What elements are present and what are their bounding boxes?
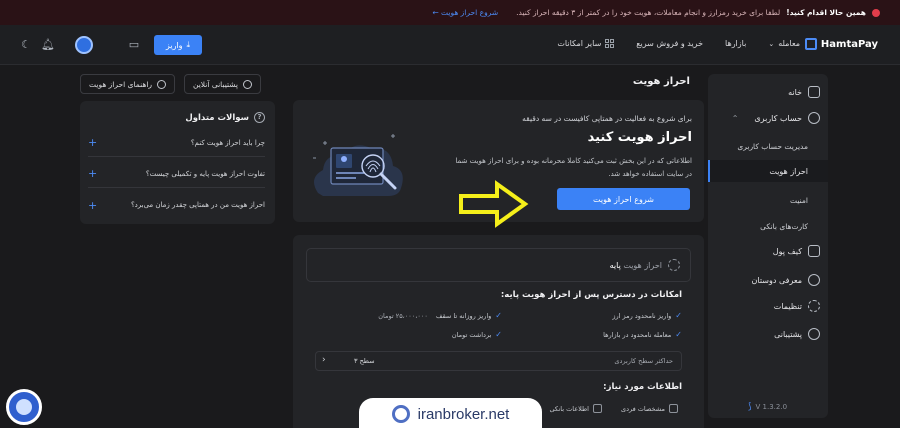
logo-text: HamtaPay (820, 38, 878, 50)
check-icon: ✓ (675, 311, 682, 320)
hero-description: اطلاعاتی که در این بخش ثبت می‌کنید کاملا… (455, 157, 692, 178)
chat-support-button[interactable] (6, 389, 42, 425)
watermark: iranbroker.net (359, 398, 542, 428)
faq-item[interactable]: تفاوت احراز هویت پایه و تکمیلی چیست؟ + (88, 160, 265, 188)
question-icon: ? (254, 112, 265, 123)
wallet-icon[interactable]: ▭ (126, 37, 142, 53)
alert-dot-icon (872, 8, 880, 17)
main-nav: معامله ⌄ بازارها خرید و فروش سریع سایر ام… (557, 39, 800, 48)
wallet-icon (808, 245, 820, 257)
id-card-icon (669, 404, 678, 413)
home-icon (808, 86, 820, 98)
sidebar-item-verification[interactable]: احراز هویت (708, 160, 828, 182)
feature-item: ✓ واریز روزانه تا سقف ۲۵،۰۰۰،۰۰۰ تومان (378, 311, 502, 320)
sidebar-item-account-management[interactable]: مدیریت حساب کاربری (708, 137, 808, 155)
plus-icon: + (88, 167, 98, 180)
check-icon: ✓ (495, 330, 502, 339)
faq-item[interactable]: چرا باید احراز هویت کنم؟ + (88, 129, 265, 157)
banner-headline: همین حالا اقدام کنید! (786, 8, 866, 17)
sidebar-item-referral[interactable]: معرفی دوستان (708, 271, 820, 289)
hero-subtitle: برای شروع به فعالیت در همتاپی کافیست در … (522, 114, 692, 123)
check-icon: ✓ (495, 311, 502, 320)
sidebar-item-settings[interactable]: تنظیمات (708, 297, 820, 315)
logo[interactable]: HamtaPay (804, 38, 878, 50)
logo-mark-icon (804, 38, 817, 50)
sidebar-item-security[interactable]: امنیت (708, 191, 808, 209)
online-support-button[interactable]: پشتیبانی آنلاین (184, 74, 262, 94)
sidebar-item-home[interactable]: خانه (708, 83, 820, 101)
sidebar-item-account[interactable]: حساب کاربری ⌃ (708, 109, 820, 127)
max-level-value: سطح ۳ (354, 357, 375, 365)
sidebar-item-support[interactable]: پشتیبانی (708, 325, 820, 343)
sidebar: خانه حساب کاربری ⌃ مدیریت حساب کاربری احر… (708, 74, 828, 418)
required-item: اطلاعات بانکی (549, 404, 602, 413)
headset-icon (243, 79, 253, 89)
chevron-up-icon: ⌃ (731, 113, 739, 123)
chevron-down-icon: ⌄ (768, 39, 775, 48)
fingerprint-scan-illustration (313, 134, 403, 196)
verification-guide-button[interactable]: راهنمای احراز هویت (80, 74, 176, 94)
iranbroker-logo-icon (391, 405, 410, 423)
loading-icon (668, 259, 680, 271)
bank-card-icon (593, 404, 602, 413)
start-verification-button[interactable]: شروع احراز هویت (557, 188, 690, 210)
sidebar-item-bank-cards[interactable]: کارت‌های بانکی (708, 217, 808, 235)
banner-start-link[interactable]: شروع احراز هویت ← (432, 8, 498, 17)
announcement-banner: همین حالا اقدام کنید! لطفا برای خرید رمز… (0, 0, 900, 25)
feature-item: ✓ معامله نامحدود در بازارها (603, 330, 682, 339)
page-title: احراز هویت (632, 76, 690, 87)
faq-card: ? سوالات متداول چرا باید احراز هویت کنم؟ +… (80, 101, 275, 224)
settings-icon (808, 300, 820, 312)
bell-icon[interactable]: 🔔︎ (40, 37, 56, 53)
feature-item: ✓ برداشت تومان (451, 330, 502, 339)
hamtapay-logo-icon: ⟆ (748, 402, 752, 412)
basic-verification-header[interactable]: احراز هویت پایه (306, 248, 691, 282)
chevron-left-icon: ‹ (322, 355, 326, 365)
deposit-button[interactable]: واریز ⤓ (154, 35, 202, 55)
faq-title: ? سوالات متداول (185, 112, 265, 123)
download-icon: ⤓ (186, 40, 191, 49)
level-name: پایه (609, 261, 621, 270)
features-title: امکانات در دسترس پس از احراز هویت پایه: (500, 290, 682, 300)
check-icon: ✓ (675, 330, 682, 339)
required-info-title: اطلاعات مورد نیاز: (603, 382, 682, 392)
nav-quick-trade[interactable]: خرید و فروش سریع (636, 39, 703, 48)
faq-item[interactable]: احراز هویت من در همتاپی چقدر زمان می‌برد… (88, 191, 265, 219)
chat-bot-icon (16, 399, 32, 415)
support-icon (808, 328, 820, 340)
moon-icon[interactable]: ☾ (18, 37, 34, 53)
user-icon (808, 112, 820, 124)
nav-trade[interactable]: معامله ⌄ (768, 39, 800, 48)
hero-title: احراز هویت کنید (587, 130, 692, 145)
sidebar-item-wallet[interactable]: کیف پول (708, 242, 820, 260)
referral-icon (808, 274, 820, 286)
required-item: مشخصات فردی (621, 404, 678, 413)
grid-icon (605, 39, 615, 48)
play-icon (157, 79, 167, 89)
nav-markets[interactable]: بازارها (725, 39, 746, 48)
app-version: ⟆ V 1.3.2.0 (748, 402, 788, 412)
banner-message: لطفا برای خرید رمزارز و انجام معاملات، ه… (516, 8, 781, 17)
level-label: احراز هویت (623, 261, 662, 270)
plus-icon: + (88, 136, 98, 149)
max-level-row[interactable]: حداکثر سطح کاربردی سطح ۳ ‹ (315, 351, 682, 371)
highlight-arrow-icon (459, 180, 529, 228)
max-level-label: حداکثر سطح کاربردی (614, 357, 673, 365)
nav-more[interactable]: سایر امکانات (557, 39, 615, 48)
plus-icon: + (88, 198, 98, 212)
feature-item: ✓ واریز نامحدود رمز ارز (612, 311, 682, 320)
avatar[interactable] (75, 36, 93, 54)
